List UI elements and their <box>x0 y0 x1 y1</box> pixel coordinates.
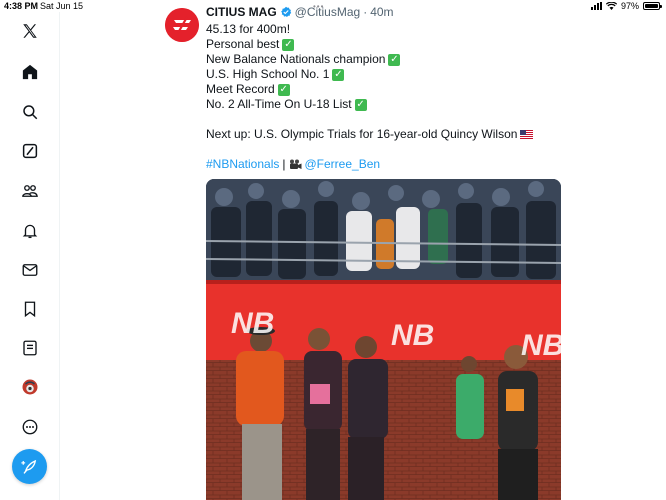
battery-icon <box>643 2 662 10</box>
tweet-line-text: U.S. High School No. 1 <box>206 67 330 81</box>
check-mark-icon: ✓ <box>282 38 295 51</box>
tweet-line-text: 45.13 for 400m! <box>206 22 291 36</box>
tweet-line-text: New Balance Nationals champion <box>206 52 386 66</box>
hashtag-link[interactable]: #NBNationals <box>206 157 279 172</box>
check-mark-icon: ✓ <box>354 98 367 111</box>
communities-icon[interactable] <box>20 181 40 201</box>
author-avatar[interactable] <box>165 8 199 42</box>
tweet-header: CITIUS MAG @CitiusMag · 40m <box>206 5 394 19</box>
verified-badge-icon <box>280 6 291 18</box>
notifications-icon[interactable] <box>20 221 40 241</box>
x-logo-icon[interactable] <box>20 21 40 41</box>
banner-logo-text: NB <box>231 307 275 340</box>
tweet-line-text: Personal best <box>206 37 280 51</box>
citius-mag-logo-icon <box>165 8 199 42</box>
tweet-media-video[interactable]: NB NB NB <box>206 179 561 500</box>
next-up-text: Next up: U.S. Olympic Trials for 16-year… <box>206 127 518 141</box>
tweet-line: Meet Record ✓ <box>206 82 586 97</box>
author-name[interactable]: CITIUS MAG <box>206 5 277 19</box>
compose-post-icon <box>20 459 36 474</box>
tweet-text: 45.13 for 400m! Personal best ✓ New Bala… <box>206 22 586 172</box>
compose-post-button[interactable] <box>12 449 47 484</box>
tweet-line: New Balance Nationals champion ✓ <box>206 52 586 67</box>
check-mark-icon: ✓ <box>388 53 401 66</box>
tweet-line-text: No. 2 All-Time On U-18 List <box>206 97 352 111</box>
tweet-line: 45.13 for 400m! <box>206 22 586 37</box>
tweet-timestamp[interactable]: 40m <box>370 5 393 19</box>
tweet-line: Next up: U.S. Olympic Trials for 16-year… <box>206 127 586 142</box>
header-separator: · <box>363 5 368 19</box>
check-mark-icon: ✓ <box>332 68 345 81</box>
wifi-icon <box>605 2 617 10</box>
status-indicators: 97% <box>590 1 662 11</box>
lists-icon[interactable] <box>20 338 40 358</box>
cellular-signal-icon <box>590 2 602 10</box>
status-date: Sat Jun 15 <box>40 1 84 11</box>
tweet-line-text: Meet Record <box>206 82 275 96</box>
battery-fill <box>645 4 658 8</box>
grok-icon[interactable] <box>20 141 40 161</box>
tweet-line: Personal best ✓ <box>206 37 586 52</box>
video-camera-icon <box>289 159 301 169</box>
messages-icon[interactable] <box>20 260 40 280</box>
search-icon[interactable] <box>20 102 40 122</box>
tweet-line: No. 2 All-Time On U-18 List ✓ <box>206 97 586 112</box>
battery-percent: 97% <box>620 1 639 11</box>
bookmarks-icon[interactable] <box>20 299 40 319</box>
pipe-separator: | <box>282 157 286 171</box>
sidebar-nav <box>0 12 60 500</box>
check-mark-icon: ✓ <box>277 83 290 96</box>
home-icon[interactable] <box>20 62 40 82</box>
banner-logo-text: NB <box>391 319 435 352</box>
author-handle[interactable]: @CitiusMag <box>295 5 361 19</box>
tweet-line: U.S. High School No. 1 ✓ <box>206 67 586 82</box>
more-icon[interactable] <box>20 417 40 437</box>
us-flag-icon <box>520 130 534 139</box>
tweet-line: #NBNationals | @Ferree_Ben <box>206 157 586 172</box>
status-time: 4:38 PM <box>4 1 39 11</box>
mention-link[interactable]: @Ferree_Ben <box>305 157 381 172</box>
banner-logo-text: NB <box>521 329 561 362</box>
profile-avatar[interactable] <box>20 377 40 397</box>
